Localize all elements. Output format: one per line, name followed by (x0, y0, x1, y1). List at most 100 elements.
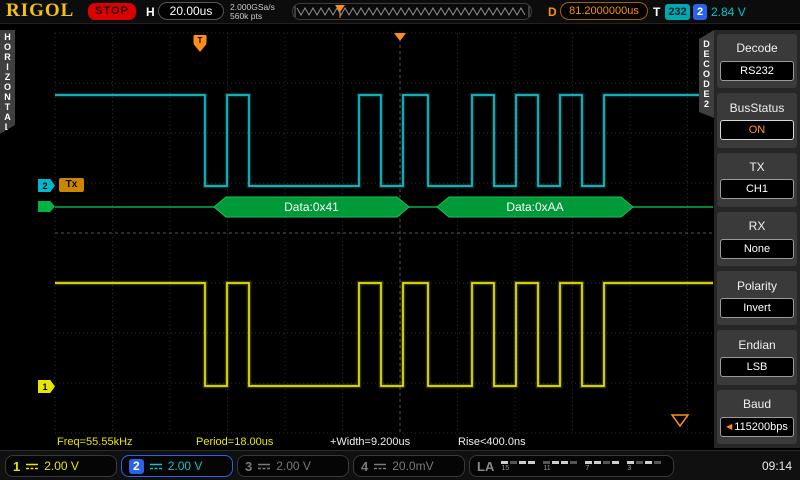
menu-item-label: BusStatus (729, 100, 785, 115)
trigger-flag-letter: T (198, 36, 203, 45)
channel2-status[interactable]: 2 2.00 V (121, 455, 233, 477)
la-group: 15 (501, 460, 536, 472)
menu-item-polarity[interactable]: Polarity Invert (717, 271, 797, 326)
la-group-number: 7 (585, 464, 590, 472)
menu-item-value: Invert (720, 297, 794, 318)
memory-waveform-icon (296, 6, 526, 17)
measurement-period: Period=18.00us (196, 436, 274, 448)
menu-item-value: None (720, 238, 794, 259)
menu-item-label: TX (749, 159, 765, 174)
menu-value-text: Invert (743, 301, 771, 314)
menu-item-baud[interactable]: Baud ◀ 115200bps (717, 389, 797, 444)
la-bit-row (585, 460, 620, 464)
trigger-type-badge[interactable]: 232 (665, 4, 690, 20)
ch2-trace-glow (55, 92, 713, 189)
la-channel-indicators: 15 11 7 3 (501, 460, 662, 472)
horizontal-label: H (146, 5, 155, 19)
channel-scale: 2.00 V (44, 459, 79, 473)
memory-depth: 560k pts (230, 11, 263, 21)
measurement-rise: Rise<400.0ns (458, 436, 526, 448)
channel-number: 1 (13, 458, 21, 474)
decode2-menu: Decode RS232 BusStatus ON TX CH1 RX None… (714, 30, 800, 448)
la-bit (654, 460, 662, 464)
measurement-freq: Freq=55.55kHz (57, 436, 133, 448)
measurements-row: Freq=55.55kHz Period=18.00us +Width=9.20… (0, 435, 712, 450)
run-state-badge[interactable]: STOP (88, 3, 136, 20)
left-arrow-icon: ◀ (726, 421, 733, 431)
channel-number: 4 (361, 458, 369, 474)
la-bit (501, 460, 509, 464)
la-bit (585, 460, 593, 464)
menu-item-busstatus[interactable]: BusStatus ON (717, 93, 797, 148)
menu-item-value: CH1 (720, 179, 794, 200)
la-bit-row (501, 460, 536, 464)
memory-position-graphic (294, 5, 530, 18)
menu-item-label: RX (748, 219, 766, 234)
la-bit (603, 460, 611, 464)
trigger-source-badge[interactable]: 2 (693, 4, 707, 20)
menu-item-decode[interactable]: Decode RS232 (717, 34, 797, 89)
trigger-position-flag (193, 44, 207, 52)
dc-coupling-icon (26, 463, 39, 469)
ch1-trace-glow (55, 280, 713, 389)
ch1-trace (55, 282, 713, 387)
channel1-status[interactable]: 1 2.00 V (5, 455, 117, 477)
la-bit-row (627, 460, 662, 464)
la-bit-row (543, 460, 578, 464)
delay-indicator-triangle (670, 414, 690, 428)
horizontal-center-marker (394, 33, 406, 41)
decode-data-text: Data:0x41 (284, 200, 339, 214)
trigger-level-readout: 2.84 V (711, 5, 746, 19)
menu-item-label: Endian (738, 337, 776, 352)
menu-item-value: ◀ 115200bps (720, 416, 794, 437)
la-bit (519, 460, 527, 464)
memory-position-widget[interactable] (292, 3, 532, 20)
channel-number: 2 (129, 458, 144, 474)
delay-label: D (548, 5, 557, 19)
menu-value-text: None (743, 242, 771, 255)
la-bit (561, 460, 569, 464)
menu-item-label: Polarity (736, 278, 777, 293)
la-group: 11 (543, 460, 578, 472)
menu-item-endian[interactable]: Endian LSB (717, 330, 797, 385)
channel3-status[interactable]: 3 2.00 V (237, 455, 349, 477)
menu-item-tx[interactable]: TX CH1 (717, 152, 797, 207)
menu-item-rx[interactable]: RX None (717, 211, 797, 267)
dc-coupling-icon (374, 463, 387, 469)
la-bit (645, 460, 653, 464)
la-bit (570, 460, 578, 464)
la-group-number: 3 (627, 464, 632, 472)
timebase-readout[interactable]: 20.00us (158, 2, 224, 20)
menu-value-text: CH1 (745, 183, 768, 196)
la-label: LA (477, 458, 495, 474)
channel-number: 3 (245, 458, 253, 474)
dc-coupling-icon (258, 463, 271, 469)
channel-scale: 2.00 V (167, 459, 203, 473)
acquisition-info: 2.000GSa/s 560k pts (230, 3, 275, 21)
decode2-menu-tab: DECODE2 (699, 30, 714, 118)
menu-value-text: LSB (746, 361, 768, 374)
horizontal-mode-tab: HORIZONTAL (0, 30, 15, 134)
la-bit (594, 460, 602, 464)
horizontal-delay-readout[interactable]: 81.2000000us (560, 2, 648, 20)
channel4-status[interactable]: 4 20.0mV (353, 455, 465, 477)
clock: 09:14 (761, 459, 792, 473)
dc-coupling-icon (149, 463, 162, 469)
la-bit (543, 460, 551, 464)
la-group-number: 11 (543, 464, 551, 472)
la-bit (612, 460, 620, 464)
menu-item-value: LSB (720, 357, 794, 378)
logic-analyzer-status[interactable]: LA 15 11 7 3 (469, 455, 674, 477)
tx-bus-label: Tx (59, 178, 84, 192)
menu-value-text: RS232 (740, 64, 774, 77)
rigol-logo: RIGOL (6, 0, 75, 21)
top-bar: RIGOL STOP H 20.00us 2.000GSa/s 560k pts… (0, 0, 800, 24)
decode-data-text: Data:0xAA (506, 200, 563, 214)
waveform-plot: Data:0x41 Data:0xAA T (54, 32, 746, 434)
la-group-number: 15 (501, 464, 510, 472)
menu-item-label: Baud (742, 397, 772, 412)
oscilloscope-screen: Data:0x41 Data:0xAA T RIGOL STOP H 20.00us… (0, 0, 800, 480)
la-group: 7 (585, 460, 620, 472)
la-group: 3 (627, 460, 662, 472)
menu-item-label: Decode (736, 41, 778, 56)
